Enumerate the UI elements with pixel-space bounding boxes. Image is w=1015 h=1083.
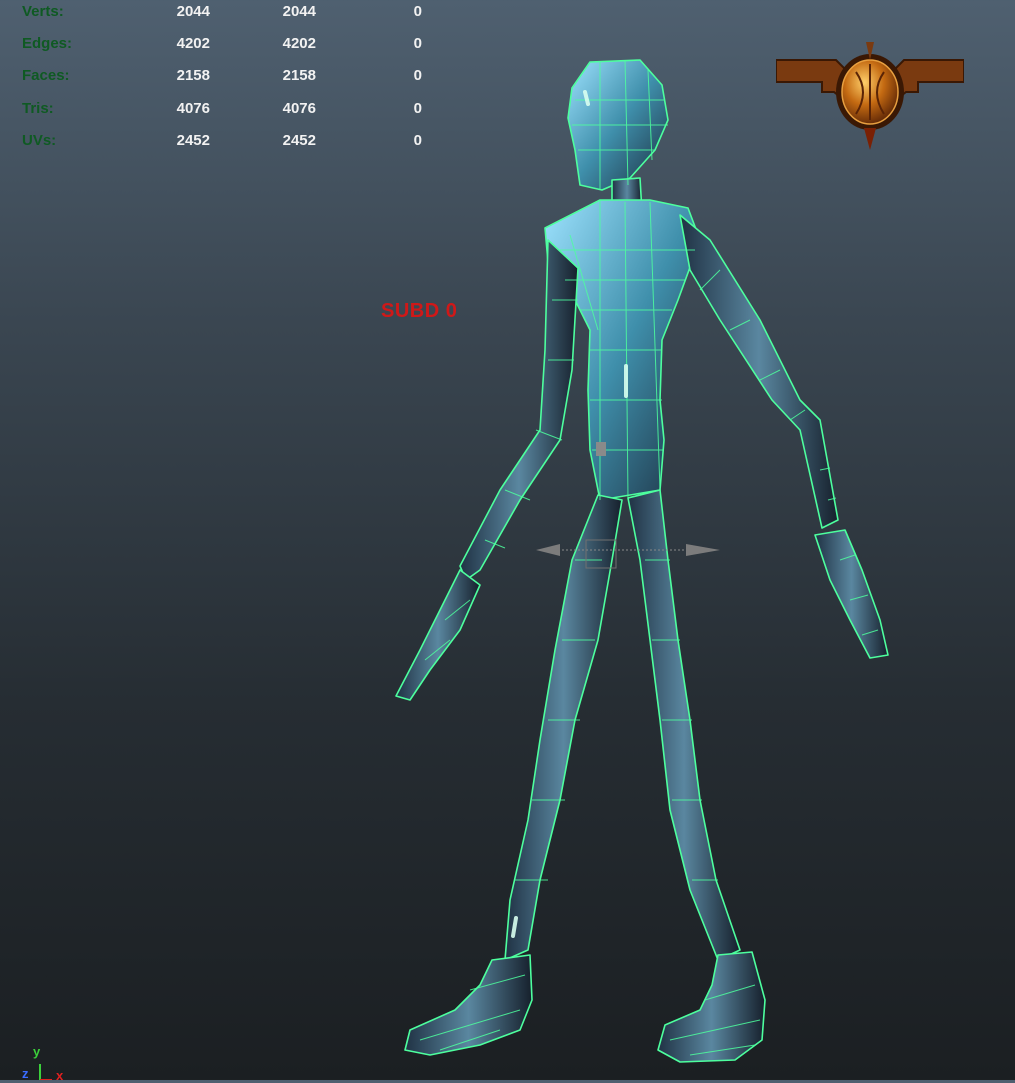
hud-value: 2452 — [282, 132, 316, 149]
hud-value: 0 — [413, 100, 422, 117]
hud-row-uvs: UVs: 2452 2452 0 — [0, 132, 440, 152]
hud-row-tris: Tris: 4076 4076 0 — [0, 100, 440, 120]
axis-lines-icon — [39, 1064, 52, 1080]
hud-value: 2452 — [176, 132, 210, 149]
hud-value: 0 — [413, 67, 422, 84]
hud-label: UVs: — [22, 132, 57, 149]
move-manipulator-icon[interactable] — [536, 534, 720, 574]
hud-value: 2044 — [176, 3, 210, 20]
hud-label: Faces: — [22, 67, 70, 84]
hud-value: 0 — [413, 3, 422, 20]
hud-value: 4076 — [282, 100, 316, 117]
hud-label: Verts: — [22, 3, 64, 20]
3d-viewport[interactable]: Verts: 2044 2044 0 Edges: 4202 4202 0 Fa… — [0, 0, 1015, 1083]
hud-row-edges: Edges: 4202 4202 0 — [0, 35, 440, 55]
hud-value: 2158 — [176, 67, 210, 84]
poly-count-hud: Verts: 2044 2044 0 Edges: 4202 4202 0 Fa… — [0, 0, 440, 160]
hud-value: 4202 — [282, 35, 316, 52]
hud-row-faces: Faces: 2158 2158 0 — [0, 67, 440, 87]
hud-value: 4076 — [176, 100, 210, 117]
hud-value: 4202 — [176, 35, 210, 52]
hud-value: 2044 — [282, 3, 316, 20]
winged-helmet-logo — [776, 42, 964, 150]
hud-value: 0 — [413, 35, 422, 52]
hud-label: Edges: — [22, 35, 73, 52]
subdivision-level-label: SUBD 0 — [381, 300, 458, 322]
hud-value: 0 — [413, 132, 422, 149]
hud-label: Tris: — [22, 100, 54, 117]
hud-value: 2158 — [282, 67, 316, 84]
view-axis-icon: y z x — [14, 1044, 74, 1083]
pivot-marker-icon[interactable] — [594, 440, 608, 458]
hud-row-verts: Verts: 2044 2044 0 — [0, 3, 440, 23]
character-model[interactable] — [0, 0, 1015, 1080]
